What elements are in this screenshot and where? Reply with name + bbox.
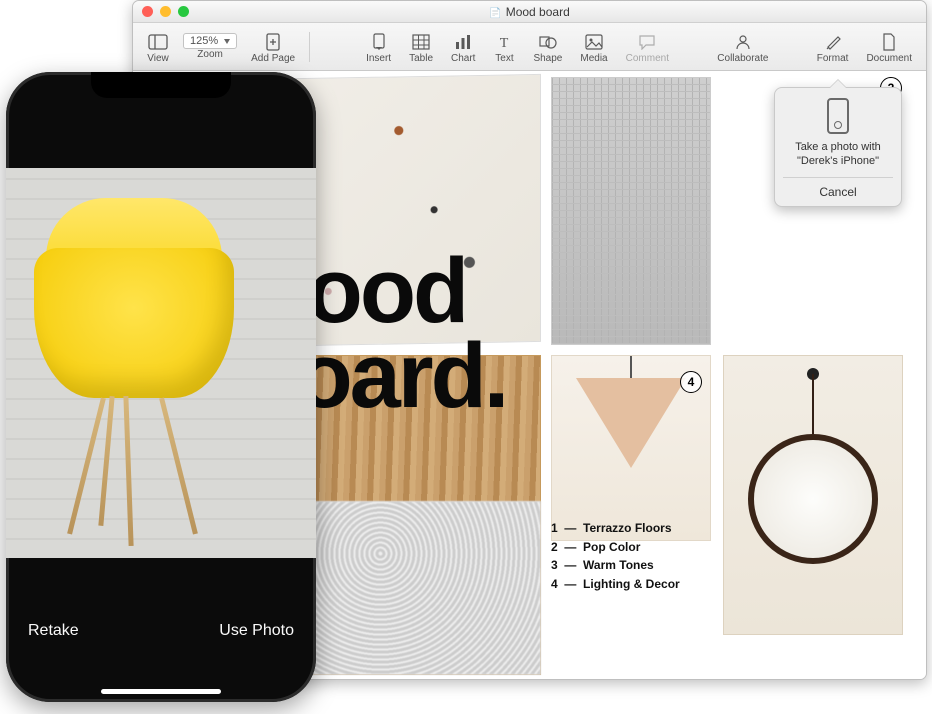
popover-message: Take a photo with "Derek's iPhone" [783,140,893,169]
table-label: Table [409,53,433,64]
add-page-label: Add Page [251,53,295,64]
view-icon [147,32,169,52]
document-title-text: Mood board [506,5,570,19]
use-photo-button[interactable]: Use Photo [219,622,294,640]
collaborate-label: Collaborate [717,53,768,64]
table-button[interactable]: Table [401,29,441,64]
format-label: Format [817,53,849,64]
iphone-device: Retake Use Photo [6,72,316,702]
document-icon [489,5,505,19]
table-icon [410,32,432,52]
insert-button[interactable]: Insert [358,29,399,64]
shape-button[interactable]: Shape [525,29,570,64]
iphone-icon [827,98,849,134]
camera-controls: Retake Use Photo [6,582,316,702]
add-page-icon [262,32,284,52]
format-button[interactable]: Format [809,29,857,64]
comment-label: Comment [626,53,669,64]
svg-text:T: T [500,36,509,50]
cancel-button[interactable]: Cancel [783,177,893,206]
mirror-strap [812,374,814,434]
document-icon-btn [878,32,900,52]
zoom-label: Zoom [197,49,223,60]
shape-label: Shape [533,53,562,64]
chair-leg [159,397,198,534]
document-title: Mood board [133,5,926,19]
format-icon [822,32,844,52]
text-icon: T [493,32,515,52]
document-label: Document [866,53,912,64]
toolbar-separator [309,32,310,62]
image-concrete[interactable] [551,77,711,345]
chair-seat-shape [34,248,234,398]
add-page-button[interactable]: Add Page [243,29,303,64]
home-indicator[interactable] [101,689,221,694]
mirror-disc [748,434,878,564]
image-mirror[interactable] [723,355,903,635]
toolbar: View 125% Zoom Add Page Insert Table Cha… [133,23,926,71]
view-label: View [147,53,169,64]
chart-button[interactable]: Chart [443,29,483,64]
shape-icon [537,32,559,52]
titlebar: Mood board [133,1,926,23]
insert-icon [368,32,390,52]
media-button[interactable]: Media [572,29,615,64]
continuity-camera-popover: Take a photo with "Derek's iPhone" Cance… [774,87,902,207]
text-label: Text [495,53,513,64]
collaborate-button[interactable]: Collaborate [709,29,776,64]
image-fur[interactable] [311,501,541,675]
text-button[interactable]: T Text [485,29,523,64]
chart-label: Chart [451,53,475,64]
camera-preview [6,168,316,558]
document-button[interactable]: Document [858,29,920,64]
zoom-value: 125% [190,35,218,47]
retake-button[interactable]: Retake [28,622,79,640]
callout-badge-4[interactable]: 4 [680,371,702,393]
legend-list[interactable]: 1 — Terrazzo Floors 2 — Pop Color 3 — Wa… [551,519,680,593]
chart-icon [452,32,474,52]
collaborate-icon [732,32,754,52]
media-label: Media [580,53,607,64]
zoom-control[interactable]: 125% Zoom [179,31,241,62]
comment-icon [636,32,658,52]
comment-button[interactable]: Comment [618,29,677,64]
chair-leg [123,396,133,546]
insert-label: Insert [366,53,391,64]
media-icon [583,32,605,52]
view-button[interactable]: View [139,29,177,64]
iphone-notch [91,72,231,98]
